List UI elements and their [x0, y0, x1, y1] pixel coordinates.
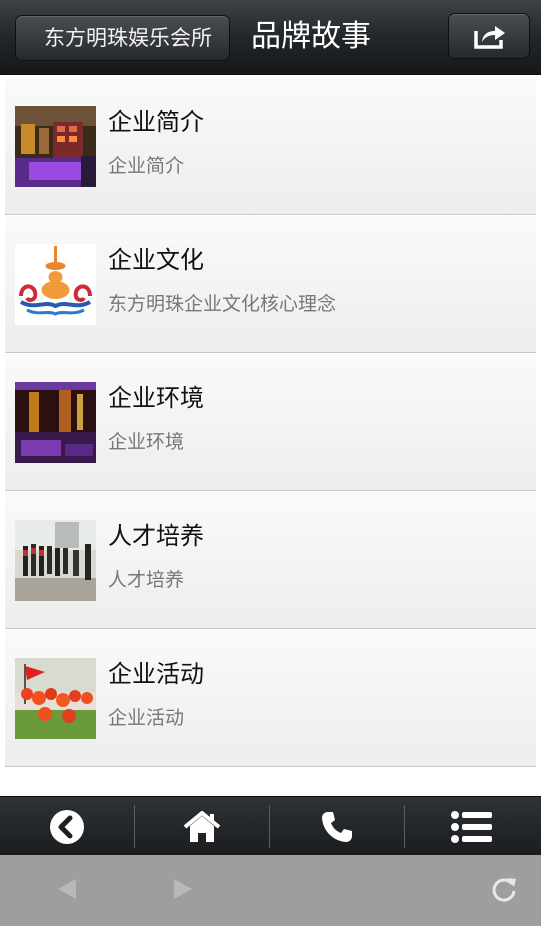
list-item[interactable]: 人才培养 人才培养	[5, 491, 536, 629]
item-thumbnail	[15, 520, 96, 601]
item-thumbnail	[15, 658, 96, 739]
item-subtitle: 东方明珠企业文化核心理念	[108, 293, 337, 315]
list-item[interactable]: 企业活动 企业活动	[5, 629, 536, 767]
home-icon	[183, 810, 221, 842]
share-icon	[474, 26, 505, 49]
browser-reload-button[interactable]	[490, 875, 518, 907]
brand-story-list: 企业简介 企业简介 企业文化 东方明珠企业文化核心理念 企业环境 企业环境 人才…	[5, 77, 536, 767]
item-subtitle: 企业活动	[108, 707, 185, 729]
phone-icon	[322, 811, 352, 842]
page-title: 品牌故事	[251, 19, 371, 54]
item-title: 企业文化	[108, 246, 204, 274]
next-arrow-icon	[174, 879, 192, 899]
item-title: 企业活动	[108, 660, 204, 688]
browser-nav-bar	[0, 855, 541, 926]
item-subtitle: 企业环境	[108, 431, 185, 453]
top-navbar: 东方明珠娱乐会所 品牌故事	[0, 0, 541, 75]
toolbar-back-button[interactable]	[0, 797, 134, 856]
browser-back-button[interactable]	[56, 877, 78, 905]
item-thumbnail	[15, 244, 96, 325]
back-circle-icon	[50, 809, 84, 844]
item-thumbnail	[15, 106, 96, 187]
list-menu-icon	[451, 810, 492, 843]
item-title: 企业简介	[108, 108, 204, 136]
reload-icon	[492, 878, 516, 902]
back-button[interactable]: 东方明珠娱乐会所	[15, 15, 230, 61]
list-item[interactable]: 企业简介 企业简介	[5, 77, 536, 215]
share-button[interactable]	[448, 13, 530, 59]
list-item[interactable]: 企业文化 东方明珠企业文化核心理念	[5, 215, 536, 353]
item-subtitle: 人才培养	[108, 569, 185, 591]
browser-forward-button[interactable]	[172, 877, 194, 905]
item-title: 人才培养	[108, 522, 204, 550]
item-thumbnail	[15, 382, 96, 463]
toolbar-phone-button[interactable]	[270, 797, 404, 856]
bottom-toolbar	[0, 796, 541, 856]
item-subtitle: 企业简介	[108, 155, 185, 177]
item-title: 企业环境	[108, 384, 204, 412]
prev-arrow-icon	[58, 879, 76, 899]
toolbar-home-button[interactable]	[135, 797, 269, 856]
back-button-label: 东方明珠娱乐会所	[44, 26, 212, 50]
list-item[interactable]: 企业环境 企业环境	[5, 353, 536, 491]
toolbar-menu-button[interactable]	[405, 797, 539, 856]
